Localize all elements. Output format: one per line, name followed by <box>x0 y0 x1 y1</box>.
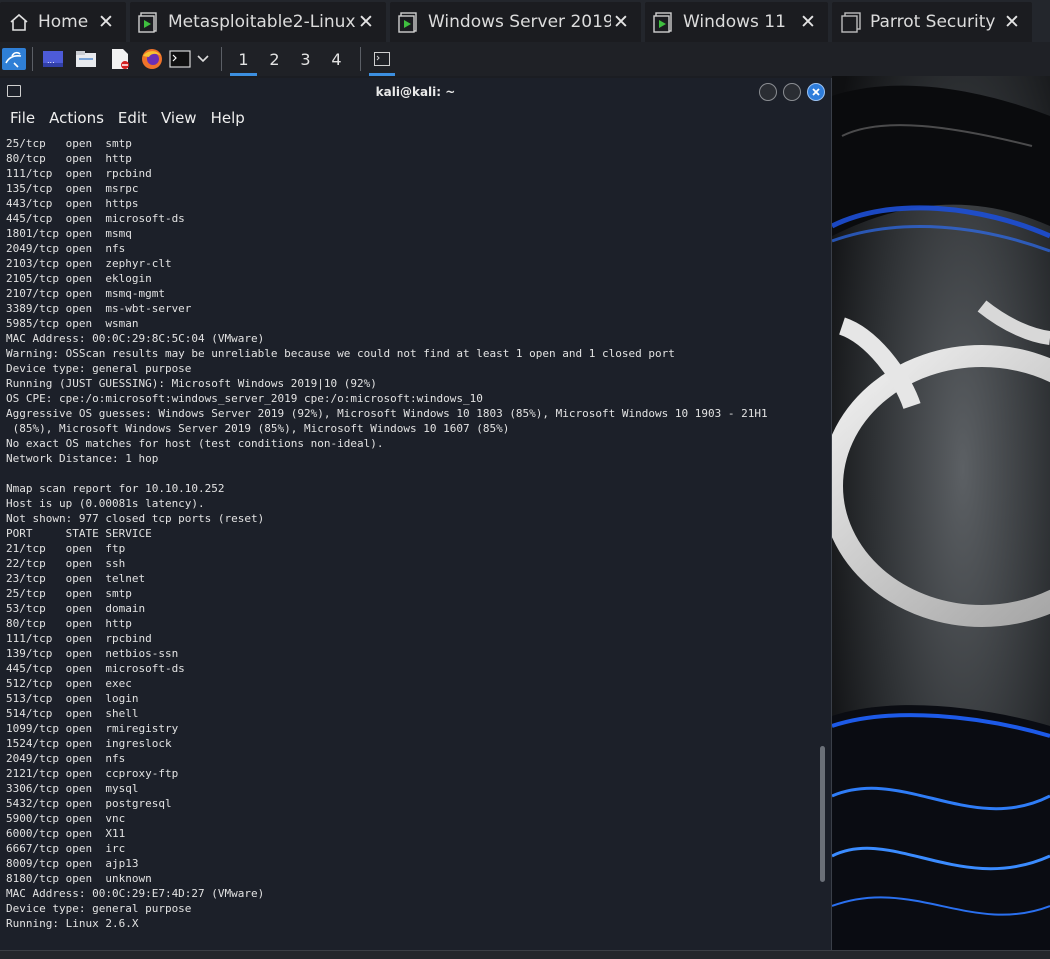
vm-tab-label: Metasploitable2-Linux <box>168 12 356 32</box>
terminal-menubar: File Actions Edit View Help <box>0 105 831 131</box>
scrollbar-thumb[interactable] <box>820 746 825 882</box>
vm-tab-bar: Home ✕ Metasploitable2-Linux ✕ Windows Serve… <box>0 0 1050 42</box>
menu-help[interactable]: Help <box>204 109 252 127</box>
panel-separator <box>221 47 222 71</box>
vm-tab-label: Parrot Security <box>870 12 996 32</box>
workspace-2[interactable]: 2 <box>259 42 290 76</box>
vm-tab-parrot-security[interactable]: Parrot Security ✕ <box>832 2 1032 42</box>
workspace-4[interactable]: 4 <box>321 42 352 76</box>
svg-text:...: ... <box>47 56 55 65</box>
terminal-icon <box>7 85 21 97</box>
workspace-3[interactable]: 3 <box>290 42 321 76</box>
close-button[interactable] <box>807 83 825 101</box>
taskbar-terminal-window[interactable] <box>367 42 397 76</box>
file-manager-icon[interactable] <box>69 42 103 76</box>
vm-running-icon <box>653 11 675 33</box>
top-panel: ... 1234 <box>0 42 1050 76</box>
bottom-strip <box>0 950 1050 959</box>
desktop-wallpaper <box>832 76 1050 950</box>
panel-separator <box>32 47 33 71</box>
window-titlebar[interactable]: kali@kali: ~ <box>0 78 831 105</box>
workspace-1[interactable]: 1 <box>228 42 259 76</box>
close-icon[interactable]: ✕ <box>611 11 631 33</box>
terminal-window[interactable]: kali@kali: ~ File Actions Edit View Help 25/… <box>0 78 832 950</box>
close-icon[interactable]: ✕ <box>1002 11 1022 33</box>
menu-actions[interactable]: Actions <box>42 109 111 127</box>
close-icon[interactable]: ✕ <box>356 11 376 33</box>
kali-menu-icon[interactable] <box>0 42 28 76</box>
vm-tab-home[interactable]: Home ✕ <box>0 2 126 42</box>
close-icon[interactable]: ✕ <box>798 11 818 33</box>
terminal-output[interactable]: 25/tcp open smtp 80/tcp open http 111/tc… <box>6 136 768 931</box>
firefox-icon[interactable] <box>137 42 167 76</box>
panel-separator <box>360 47 361 71</box>
vm-off-icon <box>840 11 862 33</box>
vm-tab-metasploitable2-linux[interactable]: Metasploitable2-Linux ✕ <box>130 2 386 42</box>
minimize-button[interactable] <box>759 83 777 101</box>
menu-file[interactable]: File <box>3 109 42 127</box>
terminal-icon[interactable] <box>167 42 193 76</box>
window-title: kali@kali: ~ <box>375 84 456 99</box>
text-editor-icon[interactable] <box>103 42 137 76</box>
vm-tab-windows-server-2019[interactable]: Windows Server 2019 ✕ <box>390 2 641 42</box>
menu-edit[interactable]: Edit <box>111 109 154 127</box>
close-icon[interactable]: ✕ <box>96 11 116 33</box>
vm-tab-windows-11[interactable]: Windows 11 ✕ <box>645 2 828 42</box>
chevron-down-icon[interactable] <box>193 42 213 76</box>
maximize-button[interactable] <box>783 83 801 101</box>
home-icon <box>8 11 30 33</box>
vm-tab-label: Home <box>38 12 89 32</box>
vm-tab-label: Windows 11 <box>683 12 786 32</box>
vm-tab-label: Windows Server 2019 <box>428 12 611 32</box>
menu-view[interactable]: View <box>154 109 204 127</box>
workspace-switcher: 1234 <box>228 42 352 76</box>
vm-running-icon <box>398 11 420 33</box>
desktop-icon[interactable]: ... <box>37 42 69 76</box>
vm-running-icon <box>138 11 160 33</box>
